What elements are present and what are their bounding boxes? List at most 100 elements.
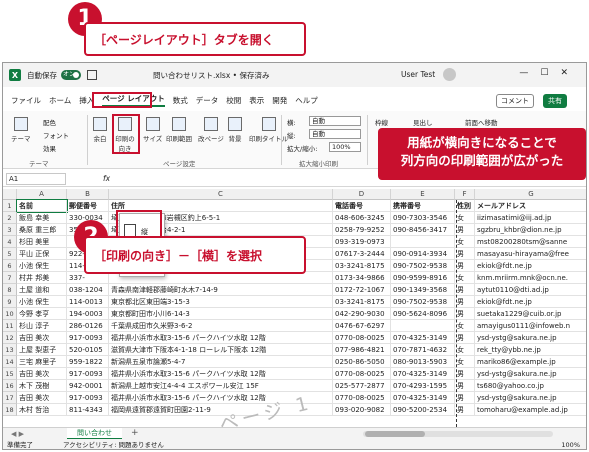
add-sheet-button[interactable]: + xyxy=(131,428,139,439)
row-header[interactable]: 6 xyxy=(3,260,17,272)
width-select[interactable]: 自動 xyxy=(309,116,361,126)
table-cell[interactable]: 090-0914-3934 xyxy=(391,248,455,260)
table-cell[interactable]: 286-0126 xyxy=(67,320,109,332)
table-cell[interactable]: 07617-3-2444 xyxy=(333,248,391,260)
table-cell[interactable]: ysd-ystg@sakura.ne.jp xyxy=(475,392,586,404)
table-cell[interactable]: 男 xyxy=(455,332,475,344)
effect-button[interactable]: 効果 xyxy=(43,143,56,153)
column-header-b[interactable]: B xyxy=(67,189,109,200)
table-cell[interactable]: 木下 茂樹 xyxy=(17,380,67,392)
column-header-c[interactable]: C xyxy=(109,189,333,200)
table-cell[interactable]: 杉山 淳子 xyxy=(17,320,67,332)
column-header-e[interactable]: E xyxy=(391,189,455,200)
table-cell[interactable]: 女 xyxy=(455,212,475,224)
fx-icon[interactable]: fx xyxy=(103,174,110,183)
table-cell[interactable]: 038-1204 xyxy=(67,284,109,296)
breaks-button[interactable]: 改ページ xyxy=(198,117,224,143)
table-cell[interactable]: 桑原 重三郎 xyxy=(17,224,67,236)
table-cell[interactable]: amayigus0111@infoweb.n xyxy=(475,320,586,332)
row-header[interactable]: 7 xyxy=(3,272,17,284)
table-cell[interactable]: 090-8456-3417 xyxy=(391,224,455,236)
table-cell[interactable]: 077-986-4821 xyxy=(333,344,391,356)
table-cell[interactable]: 小池 保生 xyxy=(17,260,67,272)
table-cell[interactable]: 男 xyxy=(455,380,475,392)
header-cell[interactable]: 性別 xyxy=(455,200,475,212)
table-cell[interactable]: 070-7871-4632 xyxy=(391,344,455,356)
table-cell[interactable]: 千葉県成田市久米野3-6-2 xyxy=(109,320,333,332)
table-cell[interactable]: 090-7303-3546 xyxy=(391,212,455,224)
row-header[interactable]: 10 xyxy=(3,308,17,320)
table-cell[interactable]: 090-7502-9538 xyxy=(391,296,455,308)
row-header[interactable]: 17 xyxy=(3,392,17,404)
table-cell[interactable]: 吉田 美次 xyxy=(17,332,67,344)
autosave-toggle[interactable]: オン xyxy=(61,70,81,80)
table-cell[interactable]: 小池 保生 xyxy=(17,296,67,308)
save-icon[interactable] xyxy=(87,70,97,80)
avatar[interactable] xyxy=(443,68,456,81)
table-cell[interactable]: ekiok@fdt.ne.jp xyxy=(475,296,586,308)
row-header[interactable]: 9 xyxy=(3,296,17,308)
table-cell[interactable]: 男 xyxy=(455,260,475,272)
table-cell[interactable]: 080-9013-5903 xyxy=(391,356,455,368)
column-header-d[interactable]: D xyxy=(333,189,391,200)
table-cell[interactable]: knm.mriirm.mnk@ocn.ne. xyxy=(475,272,586,284)
header-cell[interactable]: 名前 xyxy=(16,199,68,213)
table-cell[interactable]: 0250-86-5050 xyxy=(333,356,391,368)
select-all-corner[interactable] xyxy=(3,189,17,200)
tab-data[interactable]: データ xyxy=(196,95,219,106)
table-cell[interactable]: 男 xyxy=(455,392,475,404)
bring-forward-button[interactable]: 前面へ移動 xyxy=(465,117,498,127)
row-header[interactable]: 4 xyxy=(3,236,17,248)
table-cell[interactable] xyxy=(391,320,455,332)
table-cell[interactable] xyxy=(391,236,455,248)
table-cell[interactable]: 0172-72-1067 xyxy=(333,284,391,296)
table-cell[interactable]: 0173-34-9866 xyxy=(333,272,391,284)
table-cell[interactable]: 福井県小浜市水取3-15-6 パークハイツ水取 12階 xyxy=(109,368,333,380)
table-cell[interactable]: 東京都町田市小川6-14-3 xyxy=(109,308,333,320)
tab-developer[interactable]: 開発 xyxy=(272,95,287,106)
tab-review[interactable]: 校閲 xyxy=(226,95,241,106)
table-cell[interactable]: 917-0093 xyxy=(67,368,109,380)
print-area-button[interactable]: 印刷範囲 xyxy=(166,117,192,143)
table-cell[interactable]: 070-4293-1595 xyxy=(391,380,455,392)
header-cell[interactable]: 郵便番号 xyxy=(67,200,109,212)
size-button[interactable]: サイズ xyxy=(143,117,162,143)
table-cell[interactable]: tomoharu@example.ad.jp xyxy=(475,404,586,416)
table-cell[interactable]: suetaka1229@cuib.or.jp xyxy=(475,308,586,320)
table-cell[interactable]: 三宅 麻里子 xyxy=(17,356,67,368)
column-header-f[interactable]: F xyxy=(455,189,475,200)
row-header[interactable]: 11 xyxy=(3,320,17,332)
tab-help[interactable]: ヘルプ xyxy=(295,95,318,106)
header-cell[interactable]: メールアドレス xyxy=(475,200,586,212)
table-cell[interactable]: 0770-08-0025 xyxy=(333,368,391,380)
table-cell[interactable]: 女 xyxy=(455,356,475,368)
table-cell[interactable]: 093-020-9082 xyxy=(333,404,391,416)
row-header[interactable]: 8 xyxy=(3,284,17,296)
table-cell[interactable]: 東京都北区東田端3-15-3 xyxy=(109,296,333,308)
table-cell[interactable]: 090-9599-8916 xyxy=(391,272,455,284)
table-cell[interactable]: 吉田 美次 xyxy=(17,392,67,404)
table-cell[interactable]: 917-0093 xyxy=(67,392,109,404)
table-cell[interactable]: 042-290-9030 xyxy=(333,308,391,320)
table-cell[interactable]: 090-5200-2534 xyxy=(391,404,455,416)
table-cell[interactable]: 吉田 美次 xyxy=(17,368,67,380)
table-cell[interactable]: 女 xyxy=(455,236,475,248)
theme-button[interactable]: テーマ xyxy=(11,117,31,143)
font-button[interactable]: フォント xyxy=(43,130,69,140)
accessibility-status[interactable]: アクセシビリティ: 問題ありません xyxy=(63,439,164,449)
table-cell[interactable]: 女 xyxy=(455,272,475,284)
table-cell[interactable]: 917-0093 xyxy=(67,332,109,344)
table-cell[interactable]: 男 xyxy=(455,368,475,380)
table-cell[interactable]: 女 xyxy=(455,344,475,356)
scale-input[interactable]: 100% xyxy=(329,142,361,152)
table-cell[interactable]: ts680@yahoo.co.jp xyxy=(475,380,586,392)
table-cell[interactable]: 0770-08-0025 xyxy=(333,392,391,404)
share-button[interactable]: 共有 xyxy=(543,94,567,108)
window-controls[interactable]: —☐✕ xyxy=(519,68,580,78)
table-cell[interactable]: mariko86@example.jp xyxy=(475,356,586,368)
row-header[interactable]: 14 xyxy=(3,356,17,368)
print-titles-button[interactable]: 印刷タイトル xyxy=(249,117,288,143)
table-cell[interactable]: 上屋 梨恵子 xyxy=(17,344,67,356)
table-cell[interactable]: aytut0110@dti.ad.jp xyxy=(475,284,586,296)
table-cell[interactable]: mst08200280tsm@sanne xyxy=(475,236,586,248)
